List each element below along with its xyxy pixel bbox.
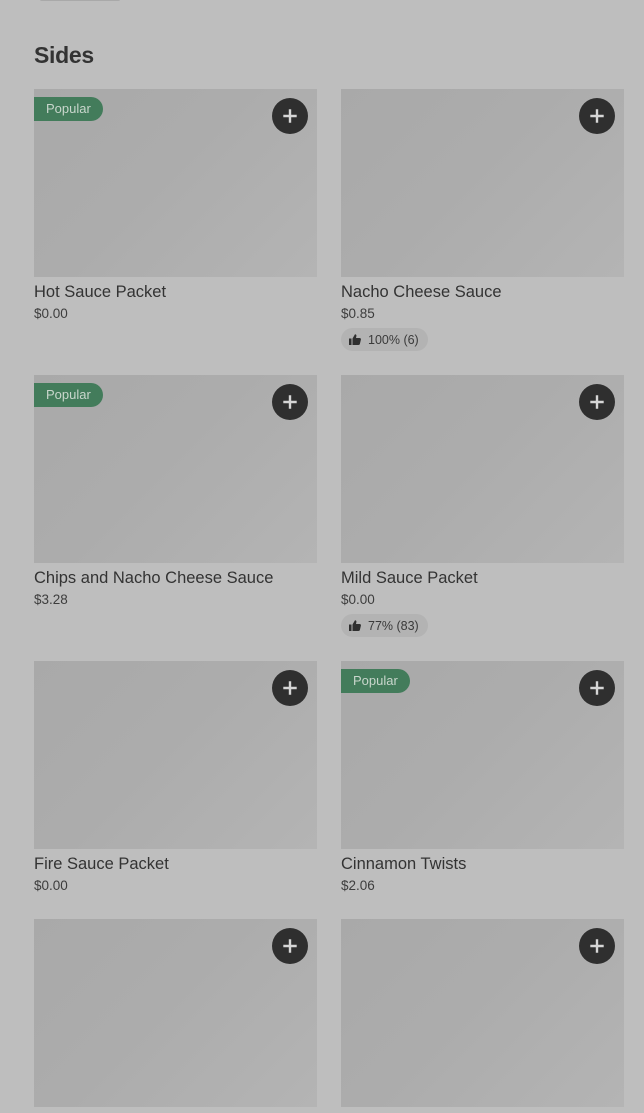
item-image bbox=[341, 919, 624, 1107]
item-price: $0.00 bbox=[341, 592, 375, 607]
thumbs-up-icon bbox=[349, 620, 361, 631]
menu-item-card[interactable]: Popular Hot Sauce Packet $0.00 bbox=[34, 89, 317, 322]
add-item-button[interactable] bbox=[579, 670, 615, 706]
plus-icon bbox=[590, 681, 604, 695]
item-image: Popular bbox=[341, 661, 624, 849]
item-price: $0.00 bbox=[34, 878, 68, 893]
item-image: Popular bbox=[34, 89, 317, 277]
plus-icon bbox=[590, 939, 604, 953]
plus-icon bbox=[283, 395, 297, 409]
item-name: Cinnamon Twists bbox=[341, 855, 467, 873]
section-title: Sides bbox=[34, 42, 94, 68]
thumbs-up-icon bbox=[349, 334, 361, 345]
item-price: $0.00 bbox=[34, 306, 68, 321]
rating-text: 100% (6) bbox=[368, 332, 419, 347]
plus-icon bbox=[283, 939, 297, 953]
menu-item-card[interactable] bbox=[34, 919, 317, 1112]
item-image: Popular bbox=[34, 375, 317, 563]
menu-item-card[interactable]: Mild Sauce Packet $0.00 77% (83) bbox=[341, 375, 624, 637]
add-item-button[interactable] bbox=[272, 384, 308, 420]
plus-icon bbox=[590, 109, 604, 123]
item-image bbox=[34, 919, 317, 1107]
popular-badge: Popular bbox=[34, 97, 103, 121]
menu-item-card[interactable]: Fire Sauce Packet $0.00 bbox=[34, 661, 317, 894]
plus-icon bbox=[283, 681, 297, 695]
item-price: $3.28 bbox=[34, 592, 68, 607]
add-item-button[interactable] bbox=[579, 928, 615, 964]
item-name: Fire Sauce Packet bbox=[34, 855, 169, 873]
popular-badge: Popular bbox=[341, 669, 410, 693]
menu-item-card[interactable]: Nacho Cheese Sauce $0.85 100% (6) bbox=[341, 89, 624, 351]
item-name: Nacho Cheese Sauce bbox=[341, 283, 502, 301]
menu-item-card[interactable]: Popular Cinnamon Twists $2.06 bbox=[341, 661, 624, 894]
item-image bbox=[34, 661, 317, 849]
rating-text: 77% (83) bbox=[368, 618, 419, 633]
menu-item-card[interactable]: Popular Chips and Nacho Cheese Sauce $3.… bbox=[34, 375, 317, 608]
rating-pill: 100% (6) bbox=[341, 328, 428, 351]
plus-icon bbox=[590, 395, 604, 409]
add-item-button[interactable] bbox=[272, 670, 308, 706]
item-name: Chips and Nacho Cheese Sauce bbox=[34, 569, 274, 587]
item-image bbox=[341, 375, 624, 563]
rating-pill: 77% (83) bbox=[341, 614, 428, 637]
item-name: Mild Sauce Packet bbox=[341, 569, 478, 587]
item-price: $0.85 bbox=[341, 306, 375, 321]
add-item-button[interactable] bbox=[272, 928, 308, 964]
item-image bbox=[341, 89, 624, 277]
item-name: Hot Sauce Packet bbox=[34, 283, 167, 301]
plus-icon bbox=[283, 109, 297, 123]
add-item-button[interactable] bbox=[272, 98, 308, 134]
add-item-button[interactable] bbox=[579, 384, 615, 420]
item-price: $2.06 bbox=[341, 878, 375, 893]
popular-badge: Popular bbox=[34, 383, 103, 407]
add-item-button[interactable] bbox=[579, 98, 615, 134]
menu-item-card[interactable] bbox=[341, 919, 624, 1112]
top-divider bbox=[40, 0, 120, 1]
